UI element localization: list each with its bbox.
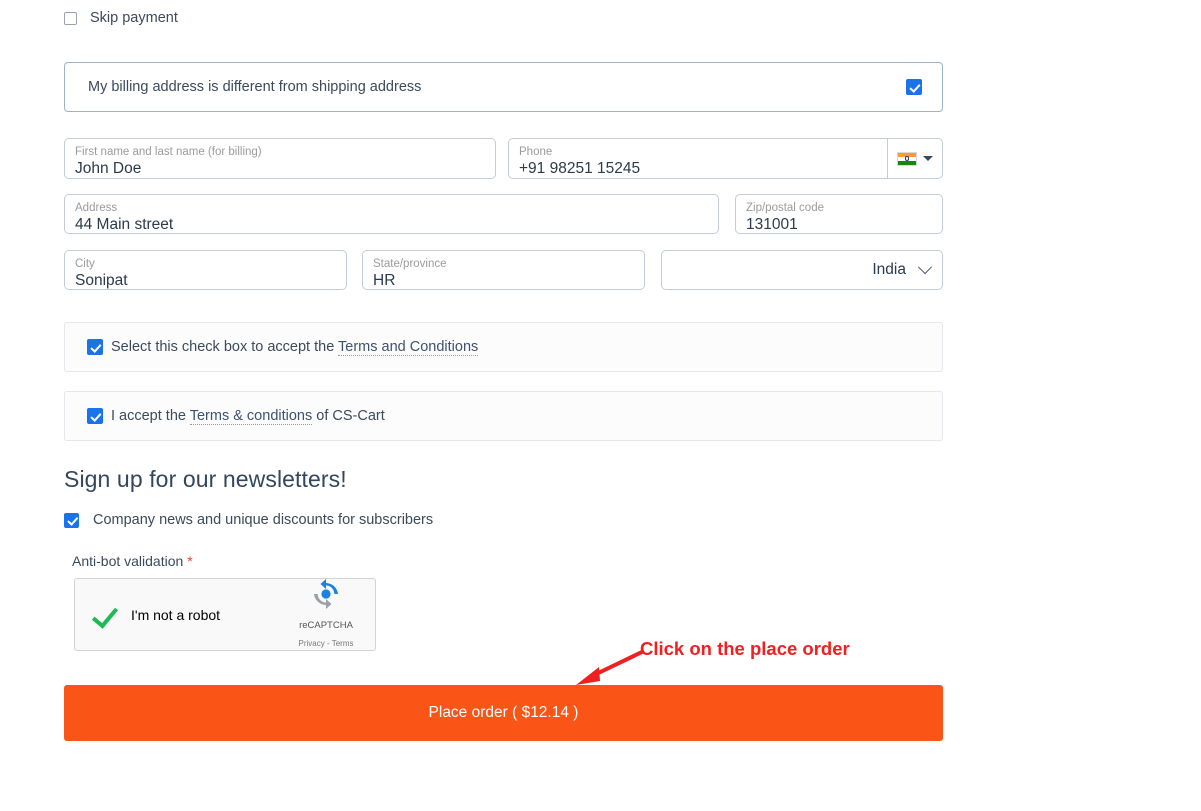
newsletter-title: Sign up for our newsletters!	[64, 466, 347, 492]
address-label: Address	[75, 202, 118, 214]
phone-value: +91 98251 15245	[519, 160, 641, 177]
newsletter-checkbox[interactable]	[64, 512, 79, 528]
cscart-terms-checkbox[interactable]	[87, 408, 103, 424]
address-value: 44 Main street	[75, 216, 174, 233]
terms-conditions-checkbox[interactable]	[87, 339, 103, 355]
annotation-arrow-icon	[576, 649, 645, 685]
cscart-terms-suffix: of CS-Cart	[312, 408, 385, 424]
phone-field[interactable]: Phone +91 98251 15245	[508, 138, 888, 179]
chevron-down-icon	[923, 156, 933, 161]
terms-conditions-box[interactable]: Select this check box to accept the Term…	[64, 322, 943, 372]
annotation-text: Click on the place order	[640, 638, 850, 659]
recaptcha-logo-icon	[310, 579, 342, 614]
city-field[interactable]: City Sonipat	[64, 250, 347, 290]
billing-name-label: First name and last name (for billing)	[75, 146, 262, 158]
recaptcha-legal-links[interactable]: Privacy - Terms	[299, 639, 354, 648]
antibot-validation-label: Anti-bot validation *	[72, 553, 193, 569]
antibot-validation-text: Anti-bot validation	[72, 553, 184, 569]
zip-label: Zip/postal code	[746, 202, 824, 214]
recaptcha-branding: reCAPTCHA Privacy - Terms	[289, 578, 363, 651]
billing-address-different-box[interactable]: My billing address is different from shi…	[64, 62, 943, 112]
terms-conditions-text: Select this check box to accept the Term…	[111, 339, 479, 356]
newsletter-subscribe-label: Company news and unique discounts for su…	[93, 512, 434, 528]
state-field[interactable]: State/province HR	[362, 250, 645, 290]
cscart-terms-box[interactable]: I accept the Terms & conditions of CS-Ca…	[64, 391, 943, 441]
skip-payment-checkbox[interactable]	[64, 11, 77, 25]
cscart-terms-text: I accept the Terms & conditions of CS-Ca…	[111, 408, 385, 425]
phone-country-dropdown[interactable]	[887, 138, 943, 179]
checkout-page: Skip payment My billing address is diffe…	[0, 0, 1201, 811]
city-label: City	[75, 258, 95, 270]
billing-name-field[interactable]: First name and last name (for billing) J…	[64, 138, 496, 179]
address-field[interactable]: Address 44 Main street	[64, 194, 719, 234]
state-value: HR	[373, 272, 396, 289]
cscart-terms-prefix: I accept the	[111, 408, 190, 424]
recaptcha-verified-check-icon[interactable]	[91, 601, 119, 629]
country-select[interactable]: India	[661, 250, 943, 290]
india-flag-icon	[897, 151, 917, 166]
terms-conditions-prefix: Select this check box to accept the	[111, 339, 339, 355]
billing-address-checkbox[interactable]	[906, 79, 922, 95]
place-order-button[interactable]: Place order ( $12.14 )	[64, 685, 943, 741]
state-label: State/province	[373, 258, 447, 270]
cscart-terms-link[interactable]: Terms & conditions	[189, 408, 313, 425]
chevron-down-icon	[917, 260, 933, 275]
newsletter-subscribe-row[interactable]: Company news and unique discounts for su…	[64, 512, 433, 528]
recaptcha-label: I'm not a robot	[131, 606, 221, 623]
billing-address-label: My billing address is different from shi…	[88, 79, 422, 95]
recaptcha-brand-name: reCAPTCHA	[299, 620, 353, 631]
required-asterisk: *	[187, 553, 193, 569]
recaptcha-widget[interactable]: I'm not a robot reCAPTCHA Privacy - Term…	[74, 578, 376, 651]
billing-name-value: John Doe	[75, 160, 142, 177]
terms-conditions-link[interactable]: Terms and Conditions	[338, 339, 479, 356]
zip-value: 131001	[746, 216, 798, 233]
country-select-value: India	[872, 261, 906, 278]
city-value: Sonipat	[75, 272, 128, 289]
skip-payment-label: Skip payment	[90, 10, 178, 26]
zip-field[interactable]: Zip/postal code 131001	[735, 194, 943, 234]
phone-label: Phone	[519, 146, 553, 158]
skip-payment-row[interactable]: Skip payment	[64, 10, 178, 26]
